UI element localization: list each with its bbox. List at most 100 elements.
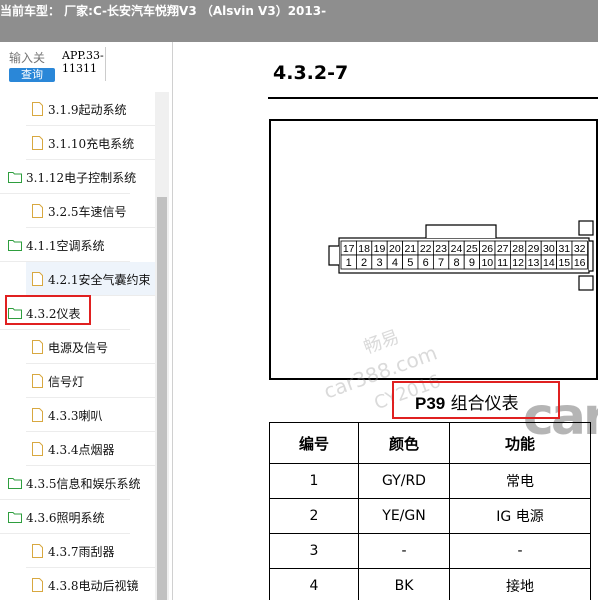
tree-item[interactable]: 4.1.1空调系统 — [0, 228, 155, 262]
tree-item-label: 4.3.8电动后视镜 — [48, 578, 139, 593]
tree-item[interactable]: 4.3.6照明系统 — [0, 500, 155, 534]
pin-number-label: 7 — [438, 257, 444, 269]
connector-latch-top — [425, 224, 497, 238]
title-bar: 当前车型： 厂家:C-长安汽车悦翔V3 （Alsvin V3）2013- — [0, 0, 598, 42]
search-area: 查询 APP.33-11311 — [0, 42, 172, 92]
document-icon — [32, 102, 43, 116]
pin-number-label: 1 — [346, 257, 352, 269]
pin-number-label: 20 — [389, 243, 401, 255]
tree-item-label: 4.3.7雨刮器 — [48, 544, 115, 559]
folder-icon — [8, 512, 22, 523]
title-rule — [268, 97, 598, 99]
tree-item[interactable]: 4.3.3喇叭 — [26, 398, 155, 432]
pin-number-label: 3 — [376, 257, 382, 269]
scrollbar-thumb[interactable] — [157, 197, 167, 600]
pin-number-label: 31 — [558, 243, 570, 255]
pin-number-label: 13 — [528, 257, 540, 269]
tree-item[interactable]: 3.1.9起动系统 — [26, 92, 155, 126]
pin-number: 1 — [269, 463, 359, 499]
column-header: 功能 — [449, 422, 591, 464]
pin-number-label: 10 — [481, 257, 493, 269]
window-title: 当前车型： 厂家:C-长安汽车悦翔V3 （Alsvin V3）2013- — [0, 4, 327, 18]
pin-number-label: 21 — [404, 243, 416, 255]
connector-right-tab — [589, 240, 594, 272]
pin-number: 4 — [269, 568, 359, 600]
column-header: 颜色 — [358, 422, 450, 464]
tree-item[interactable]: 4.3.8电动后视镜 — [26, 568, 155, 600]
tree-item-label: 4.3.6照明系统 — [26, 510, 105, 525]
pin-number-label: 22 — [420, 243, 432, 255]
document-icon — [32, 442, 43, 456]
wire-color: YE/GN — [358, 498, 450, 534]
search-input[interactable] — [9, 51, 55, 65]
tree-item[interactable]: 信号灯 — [26, 364, 155, 398]
tree-item-label: 3.1.10充电系统 — [48, 136, 135, 151]
sidebar-scrollbar[interactable] — [155, 92, 169, 600]
pin-number-label: 29 — [528, 243, 540, 255]
tree-item[interactable]: 4.3.4点烟器 — [26, 432, 155, 466]
tree-item-label: 4.3.5信息和娱乐系统 — [26, 476, 141, 491]
tree-item[interactable]: 3.2.5车速信号 — [26, 194, 155, 228]
pin-number-label: 5 — [407, 257, 413, 269]
tree-item-label: 3.2.5车速信号 — [48, 204, 127, 219]
pin-number-label: 18 — [358, 243, 370, 255]
pin-table: 编号 颜色 功能 1 GY/RD 常电 2 YE/GN IG 电源 3 - - … — [269, 422, 591, 600]
pin-number-label: 17 — [343, 243, 355, 255]
tree-item[interactable]: 4.2.1安全气囊约束 — [26, 262, 155, 296]
pin-number-label: 19 — [374, 243, 386, 255]
table-row: 1 GY/RD 常电 — [269, 463, 591, 499]
pin-number-label: 6 — [423, 257, 429, 269]
pin-number: 2 — [269, 498, 359, 534]
folder-icon — [8, 172, 22, 183]
pin-function: IG 电源 — [449, 498, 591, 534]
pin-row-bottom: 1 2 3 4 5 6 7 8 9 10 11 12 13 14 15 16 — [340, 254, 588, 270]
connector-right-key-bottom — [578, 275, 594, 291]
document-icon — [32, 340, 43, 354]
tree-item-label: 4.3.3喇叭 — [48, 408, 103, 423]
connector-highlight-box — [392, 381, 560, 419]
tree-view: 3.1.9起动系统 3.1.10充电系统 3.1.12电子控制系统 3.2.5车速信号… — [0, 92, 155, 600]
connector-right-key — [578, 220, 594, 236]
tree-item[interactable]: 4.3.7雨刮器 — [26, 534, 155, 568]
document-icon — [32, 272, 43, 286]
pin-function: - — [449, 533, 591, 569]
connector-diagram-frame: 17 18 19 20 21 22 23 24 25 26 27 28 29 30 31 32 1234567… — [269, 119, 598, 380]
table-row: 3 - - — [269, 533, 591, 569]
pin-number: 3 — [269, 533, 359, 569]
section-title: 4.3.2-7 — [273, 62, 349, 84]
table-row: 2 YE/GN IG 电源 — [269, 498, 591, 534]
document-icon — [32, 544, 43, 558]
tree-item[interactable]: 3.1.10充电系统 — [26, 126, 155, 160]
document-icon — [32, 204, 43, 218]
folder-icon — [8, 478, 22, 489]
tree-item-label: 电源及信号 — [48, 340, 109, 355]
divider — [105, 47, 106, 81]
wire-color: - — [358, 533, 450, 569]
document-icon — [32, 374, 43, 388]
pin-number-label: 12 — [512, 257, 524, 269]
pin-number-label: 28 — [512, 243, 524, 255]
wire-color: BK — [358, 568, 450, 600]
tree-item[interactable]: 3.1.12电子控制系统 — [0, 160, 155, 194]
pin-number-label: 11 — [497, 257, 508, 269]
wire-color: GY/RD — [358, 463, 450, 499]
document-page: 4.3.2-7 17 18 19 20 21 22 23 24 25 26 27 28 29 30 31 32 — [173, 42, 598, 600]
selection-highlight-box — [5, 295, 91, 325]
pin-row-top: 17 18 19 20 21 22 23 24 25 26 27 28 29 30 31 32 — [340, 240, 588, 256]
doc-code: APP.33-11311 — [62, 49, 104, 75]
tree-item-label: 4.2.1安全气囊约束 — [48, 272, 151, 287]
table-row: 4 BK 接地 — [269, 568, 591, 600]
search-button[interactable]: 查询 — [9, 68, 55, 82]
pin-number-label: 2 — [361, 257, 367, 269]
pin-number-label: 16 — [574, 257, 586, 269]
pin-number-label: 30 — [543, 243, 555, 255]
tree-item[interactable]: 电源及信号 — [26, 330, 155, 364]
pin-number-label: 26 — [481, 243, 493, 255]
pin-function: 接地 — [449, 568, 591, 600]
tree-item[interactable]: 4.3.5信息和娱乐系统 — [0, 466, 155, 500]
tree-item-label: 3.1.9起动系统 — [48, 102, 127, 117]
tree-item-label: 信号灯 — [48, 374, 85, 389]
pin-function: 常电 — [449, 463, 591, 499]
document-icon — [32, 136, 43, 150]
pin-number-label: 8 — [453, 257, 459, 269]
